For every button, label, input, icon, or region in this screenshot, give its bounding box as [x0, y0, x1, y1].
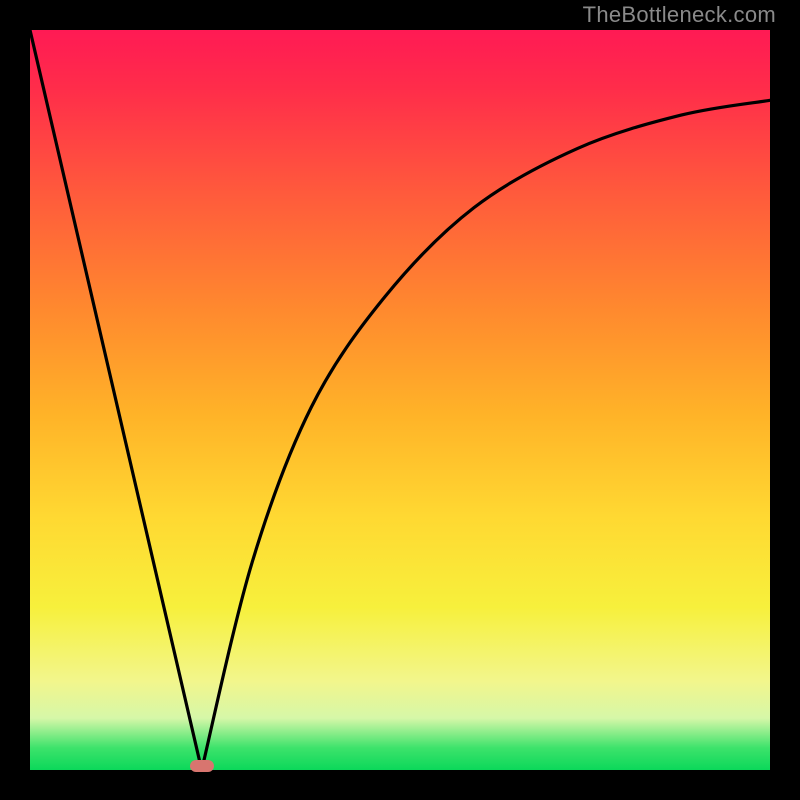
watermark-text: TheBottleneck.com	[583, 2, 776, 28]
bottleneck-curve	[30, 30, 770, 770]
optimal-point-marker	[190, 760, 214, 772]
chart-plot-area	[30, 30, 770, 770]
curve-right-branch	[202, 100, 770, 770]
curve-left-branch	[30, 30, 202, 770]
